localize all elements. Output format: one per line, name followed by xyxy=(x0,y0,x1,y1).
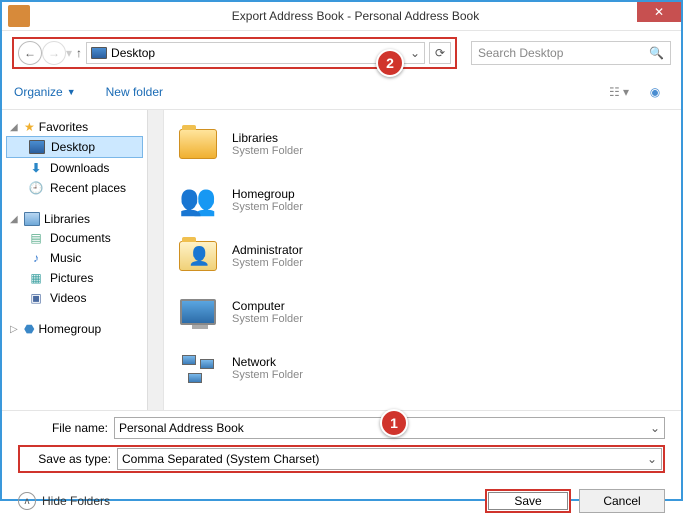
hide-folders-button[interactable]: ʌ Hide Folders xyxy=(18,492,110,510)
sidebar-item-music[interactable]: ♪ Music xyxy=(6,248,143,268)
file-list[interactable]: Libraries System Folder 👥 Homegroup Syst… xyxy=(164,110,681,410)
libraries-folder-icon xyxy=(176,122,220,166)
close-button[interactable]: ✕ xyxy=(637,2,681,22)
save-type-field[interactable]: Comma Separated (System Charset) ⌄ xyxy=(117,448,662,470)
collapse-icon: ◢ xyxy=(10,122,20,133)
search-input[interactable]: Search Desktop 🔍 xyxy=(471,41,671,65)
sidebar-item-pictures[interactable]: ▦ Pictures xyxy=(6,268,143,288)
sidebar-item-videos[interactable]: ▣ Videos xyxy=(6,288,143,308)
actions-row: ʌ Hide Folders Save Cancel xyxy=(2,479,681,523)
list-item[interactable]: Network System Folder xyxy=(170,340,675,396)
help-button[interactable]: ◉ xyxy=(641,81,669,103)
chevron-down-icon[interactable]: ⌄ xyxy=(647,452,657,466)
search-placeholder: Search Desktop xyxy=(478,46,563,60)
item-name: Homegroup xyxy=(232,187,303,201)
search-icon: 🔍 xyxy=(649,46,664,60)
form-area: File name: Personal Address Book ⌄ Save … xyxy=(2,410,681,473)
sidebar-item-documents[interactable]: ▤ Documents xyxy=(6,228,143,248)
sidebar-item-label: Documents xyxy=(50,231,111,245)
type-value: Comma Separated (System Charset) xyxy=(122,452,319,466)
annotation-box-1: Save as type: Comma Separated (System Ch… xyxy=(18,445,665,473)
chevron-down-icon[interactable]: ⌄ xyxy=(410,46,420,60)
homegroup-icon: ⬣ xyxy=(24,322,34,336)
annotation-badge-2: 2 xyxy=(376,49,404,77)
documents-icon: ▤ xyxy=(28,231,44,245)
location-icon xyxy=(91,47,107,59)
main-area: ◢ ★ Favorites Desktop ⬇ Downloads 🕘 Rece… xyxy=(2,110,681,410)
location-text: Desktop xyxy=(111,46,155,60)
homegroup-folder-icon: 👥 xyxy=(176,178,220,222)
new-folder-button[interactable]: New folder xyxy=(106,85,163,99)
refresh-button[interactable]: ⟳ xyxy=(429,42,451,64)
list-item[interactable]: Computer System Folder xyxy=(170,284,675,340)
libraries-header[interactable]: ◢ Libraries xyxy=(6,210,159,228)
item-type: System Folder xyxy=(232,201,303,213)
list-item[interactable]: 👥 Homegroup System Folder xyxy=(170,172,675,228)
list-item[interactable]: 👤 Administrator System Folder xyxy=(170,228,675,284)
sidebar-item-recent[interactable]: 🕘 Recent places xyxy=(6,178,143,198)
chevron-down-icon[interactable]: ⌄ xyxy=(650,421,660,435)
pictures-icon: ▦ xyxy=(28,271,44,285)
desktop-icon xyxy=(29,140,45,154)
sidebar-item-label: Music xyxy=(50,251,81,265)
window-title: Export Address Book - Personal Address B… xyxy=(30,9,681,23)
user-folder-icon: 👤 xyxy=(176,234,220,278)
homegroup-label: Homegroup xyxy=(38,322,101,336)
star-icon: ★ xyxy=(24,120,35,134)
sidebar-item-downloads[interactable]: ⬇ Downloads xyxy=(6,158,143,178)
item-type: System Folder xyxy=(232,145,303,157)
collapse-icon: ◢ xyxy=(10,214,20,225)
item-name: Administrator xyxy=(232,243,303,257)
item-name: Libraries xyxy=(232,131,303,145)
type-label: Save as type: xyxy=(21,452,111,466)
computer-folder-icon xyxy=(176,290,220,334)
item-type: System Folder xyxy=(232,313,303,325)
list-item[interactable]: Libraries System Folder xyxy=(170,116,675,172)
organize-button[interactable]: Organize ▼ xyxy=(14,85,76,99)
libraries-icon xyxy=(24,212,40,226)
address-bar[interactable]: Desktop ⌄ xyxy=(86,42,425,64)
sidebar-item-label: Downloads xyxy=(50,161,109,175)
hide-folders-label: Hide Folders xyxy=(42,494,110,508)
organize-label: Organize xyxy=(14,85,63,99)
filename-label: File name: xyxy=(18,421,108,435)
filename-value: Personal Address Book xyxy=(119,421,244,435)
save-button[interactable]: Save xyxy=(485,489,571,513)
sidebar-item-desktop[interactable]: Desktop xyxy=(6,136,143,158)
item-name: Computer xyxy=(232,299,303,313)
music-icon: ♪ xyxy=(28,251,44,265)
sidebar: ◢ ★ Favorites Desktop ⬇ Downloads 🕘 Rece… xyxy=(2,110,164,410)
sidebar-item-label: Recent places xyxy=(50,181,126,195)
chevron-up-icon: ʌ xyxy=(18,492,36,510)
libraries-label: Libraries xyxy=(44,212,90,226)
toolbar: Organize ▼ New folder ☷ ▾ ◉ xyxy=(2,75,681,110)
cancel-button[interactable]: Cancel xyxy=(579,489,665,513)
recent-icon: 🕘 xyxy=(28,181,44,195)
chevron-down-icon: ▼ xyxy=(67,87,76,97)
app-icon xyxy=(8,5,30,27)
up-button[interactable]: ↑ xyxy=(72,46,86,60)
downloads-icon: ⬇ xyxy=(28,161,44,175)
item-type: System Folder xyxy=(232,257,303,269)
item-name: Network xyxy=(232,355,303,369)
network-folder-icon xyxy=(176,346,220,390)
sidebar-item-label: Videos xyxy=(50,291,86,305)
nav-row: ← → ▾ ↑ Desktop ⌄ ⟳ Search Desktop 🔍 2 xyxy=(2,31,681,75)
homegroup-header[interactable]: ▷ ⬣ Homegroup xyxy=(6,320,159,338)
filename-row: File name: Personal Address Book ⌄ xyxy=(18,417,665,439)
expand-icon: ▷ xyxy=(10,324,20,335)
title-bar: Export Address Book - Personal Address B… xyxy=(2,2,681,31)
view-options-button[interactable]: ☷ ▾ xyxy=(605,81,633,103)
back-button[interactable]: ← xyxy=(18,41,42,65)
forward-button: → xyxy=(42,41,66,65)
annotation-badge-1: 1 xyxy=(380,409,408,437)
sidebar-item-label: Pictures xyxy=(50,271,93,285)
favorites-label: Favorites xyxy=(39,120,88,134)
item-type: System Folder xyxy=(232,369,303,381)
sidebar-item-label: Desktop xyxy=(51,140,95,154)
videos-icon: ▣ xyxy=(28,291,44,305)
favorites-header[interactable]: ◢ ★ Favorites xyxy=(6,118,159,136)
